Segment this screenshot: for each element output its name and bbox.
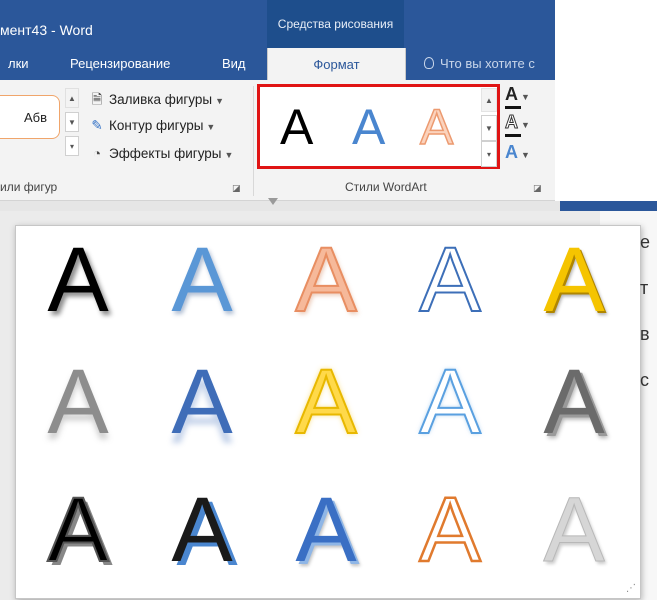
- chevron-down-icon: ▼: [215, 96, 225, 106]
- text-effects-icon: A: [505, 142, 518, 162]
- wordart-more-button[interactable]: ▾: [481, 141, 497, 167]
- shape-effects-icon: ◔: [92, 146, 102, 161]
- dialog-launcher-icon[interactable]: ◪: [533, 183, 542, 194]
- wordart-gallery-item[interactable]: A: [140, 476, 264, 584]
- wordart-gallery-item[interactable]: A: [16, 226, 140, 334]
- wordart-gallery-item[interactable]: A: [264, 348, 388, 456]
- tab-review[interactable]: Рецензирование: [70, 56, 170, 71]
- shape-effects-button[interactable]: ◔ Эффекты фигуры ▼: [88, 146, 234, 161]
- document-text-fragment: т: [640, 278, 649, 298]
- wordart-glyph: A: [294, 229, 357, 331]
- wordart-glyph: A: [543, 479, 605, 581]
- wordart-glyph: A: [543, 351, 605, 453]
- wordart-gallery-item[interactable]: A: [140, 226, 264, 334]
- shape-styles-group-label: или фигур: [0, 180, 58, 194]
- wordart-gallery-item[interactable]: A: [512, 476, 636, 584]
- wordart-style-orange[interactable]: A: [419, 97, 454, 157]
- wordart-gallery-item[interactable]: A: [388, 476, 512, 584]
- dialog-launcher-icon[interactable]: ◪: [232, 183, 241, 194]
- lightbulb-icon: [424, 57, 434, 69]
- chevron-down-icon: ▼: [224, 150, 234, 160]
- context-tab-group: Средства рисования: [267, 0, 404, 48]
- tell-me-search[interactable]: Что вы хотите с: [424, 56, 555, 71]
- scroll-down-button[interactable]: ▼: [65, 112, 79, 132]
- shape-outline-label: Контур фигуры: [109, 118, 204, 133]
- wordart-gallery-dropdown: A A A A A A A A A A A A A A A ⋰: [15, 225, 641, 599]
- chevron-down-icon: ▼: [206, 122, 216, 132]
- wordart-scroll-up[interactable]: ▲: [481, 88, 497, 112]
- document-text-fragment: в: [640, 324, 650, 344]
- shape-fill-button[interactable]: 🗎 Заливка фигуры ▼: [88, 90, 224, 113]
- shape-sample-text: Абв: [23, 109, 47, 125]
- text-fill-icon: A: [505, 84, 518, 104]
- wordart-glyph: A: [295, 479, 357, 581]
- ruler: [0, 201, 657, 211]
- wordart-gallery-item[interactable]: A: [264, 476, 388, 584]
- wordart-style-blue[interactable]: A: [352, 97, 385, 157]
- wordart-glyph: A: [171, 351, 233, 453]
- tab-format[interactable]: Формат: [267, 48, 406, 80]
- wordart-styles-group-label: Стили WordArt: [345, 180, 427, 194]
- wordart-glyph: A: [171, 479, 233, 581]
- wordart-gallery-item[interactable]: A: [140, 348, 264, 456]
- wordart-glyph: A: [46, 479, 109, 581]
- chevron-down-icon: ▼: [521, 150, 530, 160]
- wordart-glyph: A: [418, 229, 481, 331]
- wordart-gallery-item[interactable]: A: [388, 226, 512, 334]
- ruler-indent-marker[interactable]: [268, 198, 278, 205]
- wordart-gallery-item[interactable]: A: [512, 348, 636, 456]
- wordart-gallery-item[interactable]: A: [388, 348, 512, 456]
- wordart-glyph: A: [294, 351, 357, 453]
- tab-mailings[interactable]: лки: [8, 56, 29, 71]
- scroll-up-button[interactable]: ▲: [65, 88, 79, 108]
- shape-outline-button[interactable]: ✎ Контур фигуры ▼: [88, 118, 215, 134]
- wordart-glyph: A: [47, 229, 109, 331]
- chevron-down-icon: ▼: [521, 92, 530, 102]
- tab-view[interactable]: Вид: [222, 56, 246, 71]
- text-effects-button[interactable]: A ▼: [505, 142, 530, 163]
- shape-style-sample[interactable]: Абв: [0, 95, 60, 139]
- wordart-glyph: A: [418, 479, 482, 582]
- wordart-style-black[interactable]: A: [280, 97, 313, 157]
- text-outline-color-bar: [505, 134, 521, 137]
- wordart-scroll-down[interactable]: ▼: [481, 115, 497, 141]
- text-outline-icon: A: [505, 112, 519, 133]
- group-separator: [253, 86, 254, 196]
- document-text-fragment: с: [640, 370, 649, 390]
- pencil-icon: ✎: [91, 118, 103, 133]
- resize-grip-icon[interactable]: ⋰: [626, 583, 636, 594]
- ruler-margin: [560, 201, 657, 211]
- wordart-glyph: A: [171, 229, 233, 331]
- shape-fill-label: Заливка фигуры: [109, 92, 213, 107]
- wordart-glyph: A: [47, 351, 109, 453]
- wordart-gallery-item[interactable]: A: [512, 226, 636, 334]
- tell-me-text: Что вы хотите с: [440, 56, 535, 71]
- wordart-glyph: A: [543, 229, 605, 331]
- document-text-fragment: е: [640, 232, 651, 252]
- more-styles-button[interactable]: ▾: [65, 136, 79, 156]
- text-fill-button[interactable]: A ▼: [505, 84, 530, 105]
- text-fill-color-bar: [505, 106, 521, 109]
- wordart-glyph: A: [418, 351, 481, 453]
- wordart-gallery-item[interactable]: A: [16, 476, 140, 584]
- wordart-gallery-item[interactable]: A: [264, 226, 388, 334]
- chevron-down-icon: ▼: [521, 120, 530, 130]
- text-outline-button[interactable]: A ▼: [505, 112, 530, 133]
- window-title: мент43 - Word: [0, 22, 93, 38]
- wordart-quick-styles[interactable]: A A A: [257, 84, 500, 169]
- wordart-gallery-item[interactable]: A: [16, 348, 140, 456]
- paint-bucket-icon: 🗎: [91, 92, 103, 107]
- shape-effects-label: Эффекты фигуры: [109, 146, 222, 161]
